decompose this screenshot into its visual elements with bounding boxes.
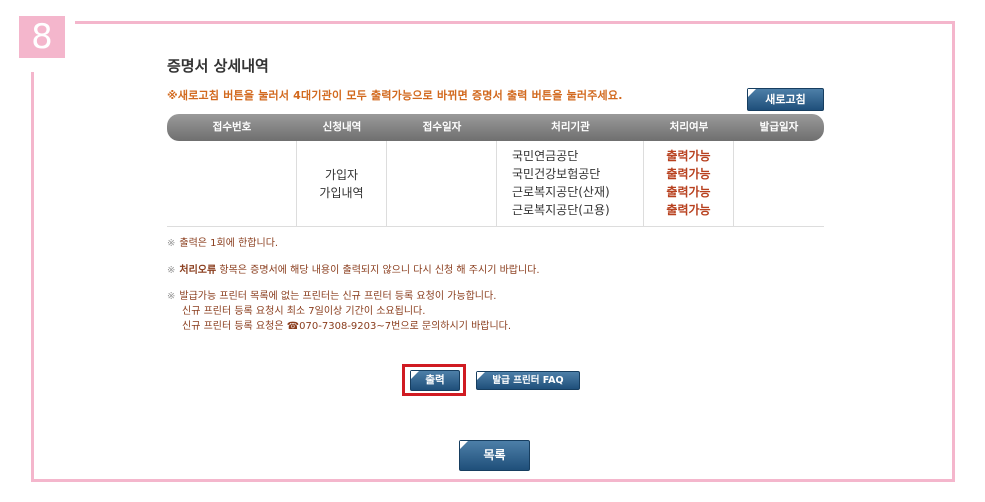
note-print-once: ※ 출력은 1회에 한합니다. <box>167 236 278 251</box>
note-mark: ※ <box>167 238 176 249</box>
cell-receipt-no <box>167 141 297 226</box>
status-text: 출력가능 <box>666 203 711 217</box>
agency-name: 근로복지공단(고용) <box>512 203 610 217</box>
note-bold-text: 처리오류 <box>179 265 217 276</box>
header-agency: 처리기관 <box>551 121 590 133</box>
request-line: 가입자 <box>324 167 359 182</box>
table-header: 접수번호 신청내역 접수일자 처리기관 처리여부 발급일자 <box>167 114 824 141</box>
note-text: 출력은 1회에 한합니다. <box>179 238 279 249</box>
page-title: 증명서 상세내역 <box>167 57 269 75</box>
agency-name: 근로복지공단(산재) <box>512 185 610 199</box>
header-receipt-no: 접수번호 <box>212 121 252 133</box>
table-row: 가입자 가입내역 국민연금공단 국민건강보험공단 근로복지공단(산재) 근로복지… <box>167 141 824 227</box>
list-button[interactable]: 목록 <box>459 440 530 471</box>
header-issue-date: 발급일자 <box>759 121 799 133</box>
print-button[interactable]: 출력 <box>410 370 460 391</box>
note-mark: ※ <box>167 291 176 302</box>
note-printer-registration: ※ 발급가능 프린터 목록에 없는 프린터는 신규 프린터 등록 요청이 가능합니… <box>167 289 511 334</box>
cell-statuses: 출력가능 출력가능 출력가능 출력가능 <box>644 141 734 226</box>
status-text: 출력가능 <box>666 185 711 199</box>
note-text: 발급가능 프린터 목록에 없는 프린터는 신규 프린터 등록 요청이 가능합니다… <box>179 291 497 302</box>
status-text: 출력가능 <box>666 167 711 181</box>
note-text: 항목은 증명서에 해당 내용이 출력되지 않으니 다시 신청 해 주시기 바랍니… <box>216 265 540 276</box>
cell-receipt-date <box>387 141 497 226</box>
header-status: 처리여부 <box>669 121 709 133</box>
step-badge: 8 <box>19 16 65 58</box>
refresh-notice: ※새로고침 버튼을 눌러서 4대기관이 모두 출력가능으로 바뀌면 증명서 출력… <box>167 89 623 102</box>
request-line: 가입내역 <box>319 185 364 200</box>
note-text: 신규 프린터 등록 요청은 ☎070-7308-9203~7번으로 문의하시기 … <box>182 321 512 332</box>
cell-agencies: 국민연금공단 국민건강보험공단 근로복지공단(산재) 근로복지공단(고용) <box>497 141 644 226</box>
cell-request: 가입자 가입내역 <box>297 141 387 226</box>
status-text: 출력가능 <box>666 149 711 163</box>
header-receipt-date: 접수일자 <box>422 121 462 133</box>
printer-faq-button[interactable]: 발급 프린터 FAQ <box>476 371 580 390</box>
cell-issue-date <box>734 141 824 226</box>
refresh-button[interactable]: 새로고침 <box>747 88 824 111</box>
note-text: 신규 프린터 등록 요청시 최소 7일이상 기간이 소요됩니다. <box>182 306 426 317</box>
header-request: 신청내역 <box>322 121 362 133</box>
note-mark: ※ <box>167 265 176 276</box>
agency-name: 국민연금공단 <box>512 149 579 163</box>
agency-name: 국민건강보험공단 <box>512 167 601 181</box>
note-processing-error: ※ 처리오류 항목은 증명서에 해당 내용이 출력되지 않으니 다시 신청 해 주… <box>167 263 540 278</box>
